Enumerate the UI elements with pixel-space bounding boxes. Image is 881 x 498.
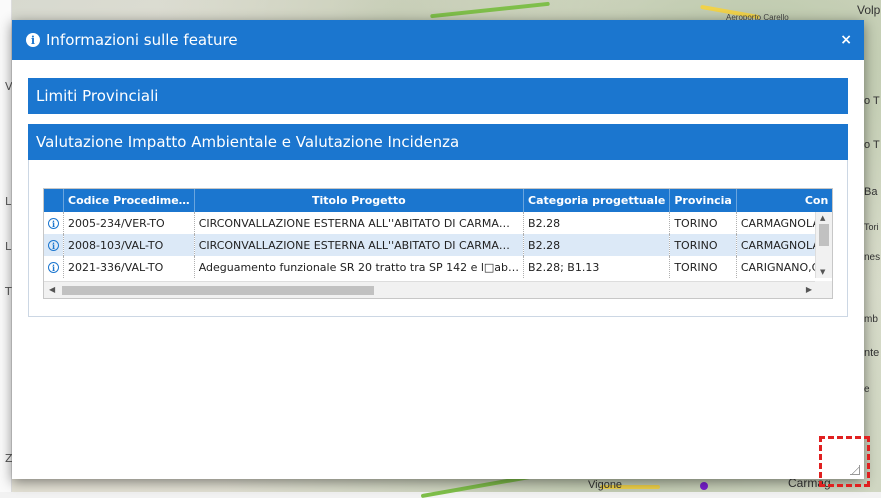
- map-label: Volp: [857, 3, 881, 17]
- table-row[interactable]: i 2005-234/VER-TO CIRCONVALLAZIONE ESTER…: [44, 212, 832, 234]
- results-table: Codice Procedime… Titolo Progetto Catego…: [44, 189, 832, 278]
- map-label: o T: [864, 139, 880, 151]
- cell-codice: 2005-234/VER-TO: [63, 212, 195, 234]
- scroll-down-icon[interactable]: ▼: [820, 268, 825, 276]
- cell-provincia: TORINO: [669, 234, 737, 256]
- info-icon[interactable]: i: [48, 240, 59, 251]
- map-label: Tori: [864, 222, 879, 232]
- table-row[interactable]: i 2021-336/VAL-TO Adeguamento funzionale…: [44, 256, 832, 278]
- column-header[interactable]: Categoria progettuale: [523, 189, 671, 212]
- scroll-up-icon[interactable]: ▲: [820, 214, 825, 222]
- section-title: Limiti Provinciali: [36, 87, 159, 105]
- section-limiti-provinciali[interactable]: Limiti Provinciali: [28, 78, 848, 114]
- side-letter: T: [5, 285, 12, 298]
- results-grid: Codice Procedime… Titolo Progetto Catego…: [43, 188, 833, 299]
- cell-codice: 2008-103/VAL-TO: [63, 234, 195, 256]
- column-header[interactable]: Con: [736, 189, 832, 212]
- scroll-thumb[interactable]: [62, 286, 374, 295]
- column-header[interactable]: [44, 189, 64, 212]
- section-panel: Codice Procedime… Titolo Progetto Catego…: [28, 160, 848, 317]
- horizontal-scrollbar[interactable]: ◀ ▶: [44, 281, 817, 298]
- cell-categoria: B2.28: [523, 234, 671, 256]
- section-title: Valutazione Impatto Ambientale e Valutaz…: [36, 133, 460, 151]
- section-valutazione-impatto[interactable]: Valutazione Impatto Ambientale e Valutaz…: [28, 124, 848, 160]
- feature-info-dialog: i Informazioni sulle feature × Limiti Pr…: [12, 20, 864, 479]
- scrollbar-corner: [815, 281, 832, 298]
- column-header[interactable]: Codice Procedime…: [63, 189, 195, 212]
- highlight-box: [819, 436, 870, 487]
- cell-provincia: TORINO: [669, 212, 737, 234]
- table-header-row: Codice Procedime… Titolo Progetto Catego…: [44, 189, 832, 212]
- map-label: e: [864, 384, 870, 395]
- column-header[interactable]: Provincia: [669, 189, 737, 212]
- table-row[interactable]: i 2008-103/VAL-TO CIRCONVALLAZIONE ESTER…: [44, 234, 832, 256]
- scroll-left-icon[interactable]: ◀: [49, 285, 55, 294]
- map-label: o T: [864, 95, 880, 107]
- map-label: Ba: [864, 186, 878, 198]
- side-letter: L: [5, 195, 12, 208]
- dialog-header[interactable]: i Informazioni sulle feature ×: [12, 20, 864, 60]
- info-icon[interactable]: i: [48, 218, 59, 229]
- cell-titolo: CIRCONVALLAZIONE ESTERNA ALL''ABITATO DI…: [194, 212, 525, 234]
- cell-categoria: B2.28; B1.13: [523, 256, 671, 278]
- info-icon[interactable]: i: [48, 262, 59, 273]
- cell-codice: 2021-336/VAL-TO: [63, 256, 195, 278]
- column-header[interactable]: Titolo Progetto: [194, 189, 525, 212]
- side-letter: L: [5, 240, 12, 253]
- map-road: [700, 482, 708, 490]
- left-panel-strip: V L L T Z: [0, 0, 13, 492]
- map-label: nes: [864, 252, 881, 263]
- cell-titolo: CIRCONVALLAZIONE ESTERNA ALL''ABITATO DI…: [194, 234, 525, 256]
- map-label: mb: [864, 314, 878, 325]
- scroll-right-icon[interactable]: ▶: [806, 285, 812, 294]
- vertical-scrollbar[interactable]: ▲ ▼: [815, 212, 832, 278]
- cell-provincia: TORINO: [669, 256, 737, 278]
- map-label: Vigone: [588, 479, 623, 491]
- map-label: nte: [864, 347, 880, 359]
- scroll-thumb[interactable]: [819, 224, 829, 246]
- cell-categoria: B2.28: [523, 212, 671, 234]
- close-button[interactable]: ×: [840, 32, 852, 48]
- info-icon: i: [26, 33, 40, 47]
- cell-titolo: Adeguamento funzionale SR 20 tratto tra …: [194, 256, 525, 278]
- dialog-title: Informazioni sulle feature: [46, 31, 238, 49]
